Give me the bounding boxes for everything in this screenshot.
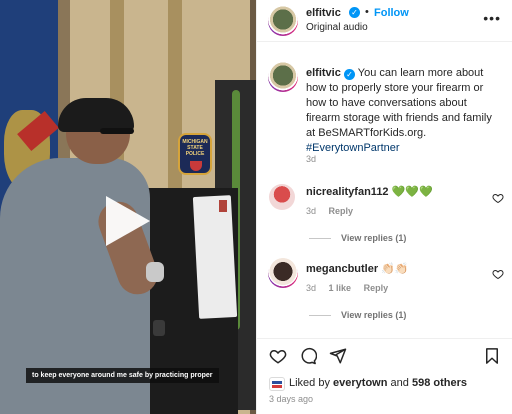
view-replies-label[interactable]: View replies (1)	[341, 310, 406, 320]
caption-avatar[interactable]	[268, 62, 298, 92]
comment-text: 👏🏻👏🏻	[381, 263, 409, 275]
author-avatar[interactable]	[268, 6, 298, 36]
post-viewer: MICHIGAN STATE POLICE to keep everyone a…	[0, 0, 512, 414]
reply-button[interactable]: Reply	[364, 283, 389, 293]
patch-shield	[190, 161, 202, 171]
replies-divider	[309, 315, 331, 317]
reply-button[interactable]: Reply	[329, 206, 354, 216]
view-replies-button[interactable]: View replies (1)	[309, 310, 406, 320]
comment-username[interactable]: megancbutler	[306, 263, 378, 275]
post-header: elfitvic ✓ • Follow Original audio •••	[257, 0, 512, 42]
author-username[interactable]: elfitvic	[306, 7, 341, 19]
comment-username[interactable]: nicrealityfan112	[306, 186, 389, 198]
comment-time: 3d	[306, 206, 317, 216]
liked-user[interactable]: everytown	[333, 377, 387, 389]
paper-mark	[219, 200, 227, 212]
state-police-patch: MICHIGAN STATE POLICE	[178, 133, 212, 175]
commenter-avatar[interactable]	[269, 184, 295, 210]
patch-text: MICHIGAN STATE POLICE	[182, 139, 208, 157]
liker-avatar-stripe	[272, 381, 282, 384]
comment-row: nicrealityfan112 💚💚💚	[306, 185, 433, 198]
liked-count[interactable]: 598 others	[412, 377, 467, 389]
video-caption: to keep everyone around me safe by pract…	[26, 368, 219, 383]
liked-prefix: Liked by	[289, 377, 330, 389]
verified-badge-icon: ✓	[343, 69, 355, 80]
like-icon[interactable]	[269, 347, 287, 365]
more-options-icon[interactable]: •••	[483, 10, 501, 26]
separator-dot: •	[365, 6, 369, 18]
post-caption: elfitvic ✓ You can learn more about how …	[306, 66, 504, 156]
liked-and: and	[390, 377, 409, 389]
play-icon[interactable]	[106, 196, 150, 246]
post-age: 3 days ago	[269, 394, 314, 404]
comment-text: 💚💚💚	[391, 186, 433, 198]
verified-badge-icon: ✓	[349, 7, 360, 18]
video-player[interactable]: MICHIGAN STATE POLICE to keep everyone a…	[0, 0, 256, 414]
likes-summary: Liked by everytown and 598 others	[289, 377, 467, 389]
comment-meta: 3d 1 like Reply	[306, 283, 388, 293]
comment-time: 3d	[306, 283, 317, 293]
comment-icon[interactable]	[299, 347, 317, 365]
post-actions: Liked by everytown and 598 others 3 days…	[257, 338, 512, 414]
audio-label[interactable]: Original audio	[306, 22, 368, 33]
caption-username[interactable]: elfitvic	[306, 67, 341, 79]
comment-meta: 3d Reply	[306, 206, 353, 216]
like-comment-icon[interactable]	[492, 268, 504, 280]
cap-bill	[100, 128, 134, 134]
liker-avatar[interactable]	[269, 377, 285, 391]
caption-hashtag[interactable]: #EverytownPartner	[306, 142, 400, 154]
share-icon[interactable]	[329, 347, 347, 365]
safe-handle	[153, 320, 165, 336]
follow-button[interactable]: Follow	[374, 7, 409, 19]
like-comment-icon[interactable]	[492, 192, 504, 204]
view-replies-button[interactable]: View replies (1)	[309, 233, 406, 243]
liker-avatar-stripe	[272, 385, 282, 388]
commenter-avatar[interactable]	[268, 258, 298, 288]
comment-row: megancbutler 👏🏻👏🏻	[306, 262, 409, 275]
comment-likes[interactable]: 1 like	[329, 283, 352, 293]
person-cap	[58, 98, 134, 132]
view-replies-label[interactable]: View replies (1)	[341, 233, 406, 243]
safe-paper	[192, 195, 238, 319]
caption-time: 3d	[306, 154, 317, 164]
replies-divider	[309, 238, 331, 240]
safe-key	[146, 262, 164, 282]
post-panel: elfitvic ✓ • Follow Original audio ••• e…	[256, 0, 512, 414]
save-bookmark-icon[interactable]	[483, 347, 501, 365]
